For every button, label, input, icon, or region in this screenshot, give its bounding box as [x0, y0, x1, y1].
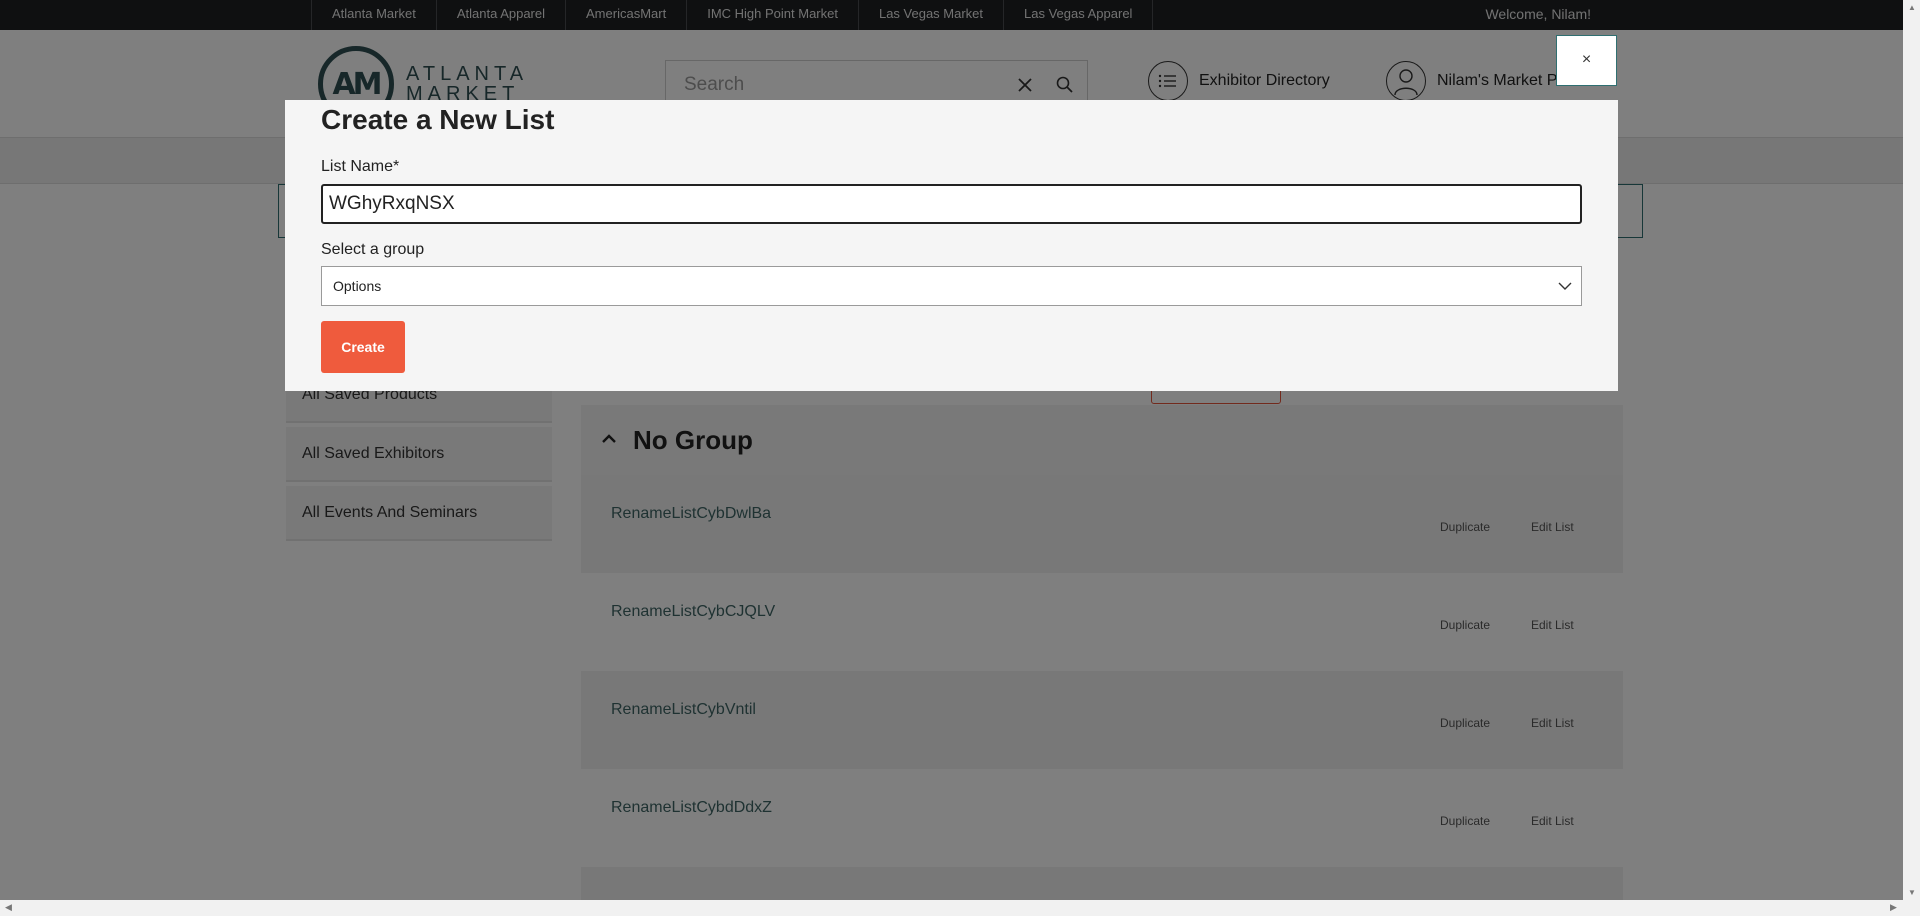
- horizontal-scrollbar[interactable]: ◀ ▶: [0, 900, 1920, 916]
- scroll-left-icon[interactable]: ◀: [5, 902, 12, 913]
- group-select-label: Select a group: [321, 241, 425, 258]
- scroll-right-icon[interactable]: ▶: [1890, 902, 1897, 913]
- group-select-value: Options: [333, 278, 382, 294]
- vertical-scrollbar[interactable]: ▲ ▼: [1903, 0, 1920, 900]
- create-list-modal: Create a New List List Name* Select a gr…: [285, 100, 1618, 391]
- chevron-down-icon: [1558, 282, 1572, 290]
- group-select[interactable]: Options: [321, 266, 1582, 306]
- create-button[interactable]: Create: [321, 321, 405, 373]
- modal-title: Create a New List: [321, 104, 555, 135]
- scroll-down-icon[interactable]: ▼: [1908, 888, 1916, 897]
- close-modal-button[interactable]: ×: [1556, 35, 1617, 86]
- list-name-label: List Name*: [321, 158, 400, 175]
- scroll-up-icon[interactable]: ▲: [1908, 3, 1916, 12]
- list-name-input[interactable]: [321, 184, 1582, 224]
